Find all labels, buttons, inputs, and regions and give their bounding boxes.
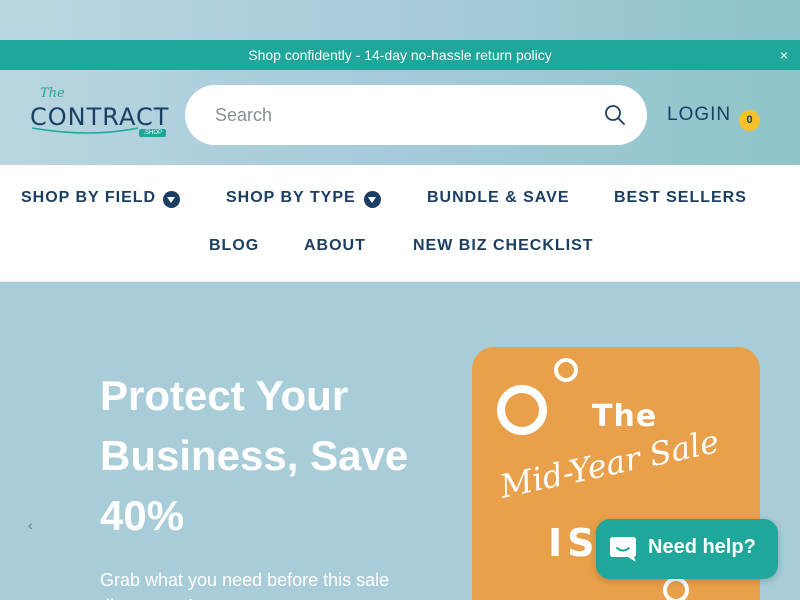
announcement-bar: Shop confidently - 14-day no-hassle retu… (0, 40, 800, 70)
chevron-down-icon[interactable] (163, 191, 180, 208)
search-input[interactable] (215, 85, 585, 145)
hero-subtitle: Grab what you need before this sale disa… (100, 570, 390, 600)
cart-count-badge[interactable]: 0 (739, 110, 760, 131)
chat-bubble-icon (610, 537, 636, 562)
logo[interactable]: The CONTRACT .SHOP (30, 86, 168, 144)
logo-tag: .SHOP (139, 129, 166, 137)
decorative-circle (497, 385, 547, 435)
logo-the: The (40, 86, 65, 101)
nav-blog[interactable]: BLOG (209, 237, 259, 255)
hero-title: Protect Your Business, Save 40% (100, 372, 409, 539)
search-icon[interactable] (603, 103, 627, 127)
login-link[interactable]: LOGIN (667, 104, 731, 126)
promo-is-text: IS (548, 521, 600, 565)
nav-about[interactable]: ABOUT (304, 237, 366, 255)
top-banner-background (0, 0, 800, 40)
nav-shop-by-type[interactable]: SHOP BY TYPE (226, 189, 356, 207)
chat-help-button[interactable]: Need help? (596, 519, 778, 579)
main-nav: SHOP BY FIELD SHOP BY TYPE BUNDLE & SAVE… (0, 165, 800, 282)
nav-shop-by-field[interactable]: SHOP BY FIELD (21, 189, 156, 207)
promo-the-text: The (592, 399, 658, 434)
announcement-text: Shop confidently - 14-day no-hassle retu… (248, 47, 552, 63)
decorative-circle (554, 358, 578, 382)
close-icon[interactable]: × (780, 40, 788, 70)
promo-sale-text: Mid-Year Sale (496, 422, 723, 506)
nav-best-sellers[interactable]: BEST SELLERS (614, 189, 747, 207)
chevron-down-icon[interactable] (364, 191, 381, 208)
nav-new-biz-checklist[interactable]: NEW BIZ CHECKLIST (413, 237, 594, 255)
nav-bundle-save[interactable]: BUNDLE & SAVE (427, 189, 570, 207)
site-header: The CONTRACT .SHOP LOGIN 0 (0, 70, 800, 165)
chat-label: Need help? (648, 536, 756, 558)
decorative-circle (663, 577, 689, 600)
slide-prev-arrow[interactable]: ‹ (28, 517, 33, 533)
search-bar (185, 85, 647, 145)
